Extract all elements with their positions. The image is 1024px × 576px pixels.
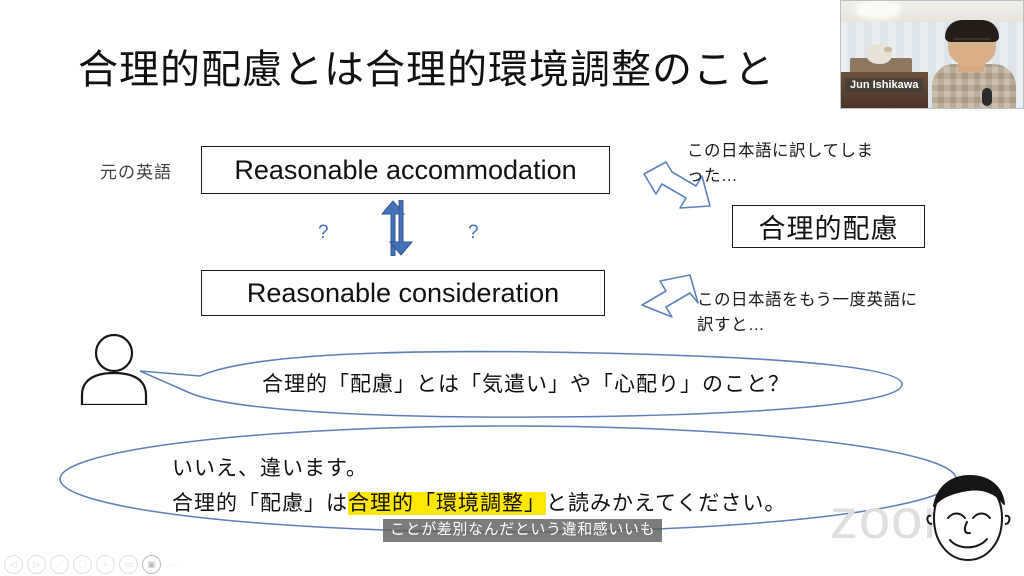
box-reasonable-consideration: Reasonable consideration: [201, 270, 605, 316]
video-camera-button[interactable]: ▣: [142, 555, 161, 574]
page-title: 合理的配慮とは合理的環境調整のこと: [78, 48, 775, 92]
screen-share-button[interactable]: ⛶: [73, 555, 92, 574]
live-caption-bar: ことが差別なんだという違和感いいも: [383, 519, 663, 542]
note-retranslate-to-english: この日本語をもう一度英語に訳すと…: [697, 291, 918, 334]
video-panel-border: [840, 0, 1024, 109]
bottom-toolbar[interactable]: ◁ ▷ ／ ⛶ ⌕ ▭ ▣ ···: [4, 555, 184, 574]
more-options-button[interactable]: ···: [165, 555, 184, 574]
note-translated-to-japanese: この日本語に訳してしまった…: [687, 142, 874, 185]
box-reasonable-accommodation: Reasonable accommodation: [201, 146, 610, 194]
play-button[interactable]: ▷: [27, 555, 46, 574]
answer-text-before: 合理的「配慮」は: [172, 492, 348, 515]
speech-bubble-answer-line2: 合理的「配慮」は合理的「環境調整」と読みかえてください。: [172, 487, 786, 517]
annotate-pen-button[interactable]: ／: [50, 555, 69, 574]
chat-button[interactable]: ▭: [119, 555, 138, 574]
up-down-arrow-icon: [373, 199, 427, 257]
original-english-label: 元の英語: [100, 163, 172, 182]
answer-text-highlight: 合理的「環境調整」: [348, 492, 546, 515]
previous-slide-button[interactable]: ◁: [4, 555, 23, 574]
speech-bubble-question-text: 合理的「配慮」とは「気遣い」や「心配り」のこと？: [262, 373, 790, 396]
face-doodle-icon: [920, 470, 1016, 575]
question-mark-right: ?: [468, 222, 479, 243]
question-mark-left: ?: [318, 222, 329, 243]
answer-text-after: と読みかえてください。: [546, 492, 787, 515]
speech-bubble-answer-line1: いいえ、違います。: [172, 457, 368, 480]
participant-video-thumbnail[interactable]: Jun Ishikawa: [840, 0, 1024, 109]
box-japanese-term: 合理的配慮: [732, 205, 925, 248]
zoom-search-button[interactable]: ⌕: [96, 555, 115, 574]
